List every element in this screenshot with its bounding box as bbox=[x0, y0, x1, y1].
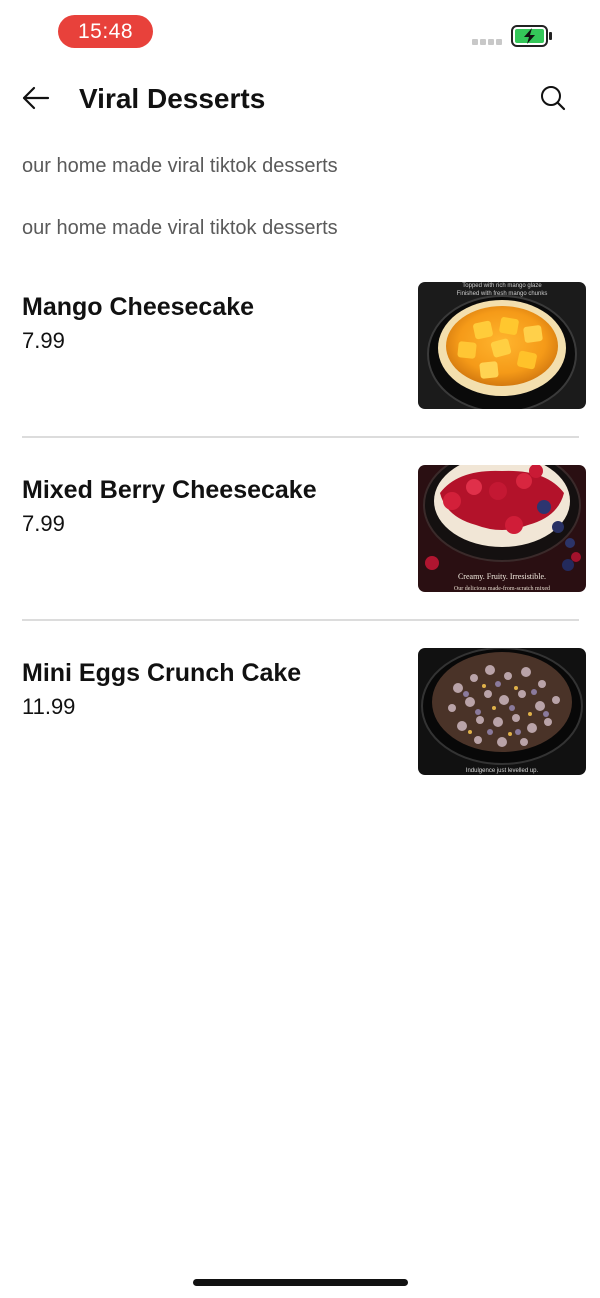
image-caption: Creamy. Fruity. Irresistible. bbox=[458, 572, 546, 581]
image-caption: Topped with rich mango glaze bbox=[462, 283, 542, 289]
app-header: Viral Desserts bbox=[0, 64, 600, 132]
divider bbox=[22, 436, 579, 438]
back-button[interactable] bbox=[18, 80, 54, 116]
category-description: our home made viral tiktok desserts bbox=[22, 217, 338, 239]
menu-item-mini-eggs-crunch-cake[interactable]: Mini Eggs Crunch Cake 11.99 Indulgence j… bbox=[0, 648, 600, 832]
divider bbox=[22, 619, 579, 621]
image-caption: Finished with fresh mango chunks bbox=[457, 291, 548, 297]
item-name: Mini Eggs Crunch Cake bbox=[22, 659, 302, 687]
image-caption: Our delicious made-from-scratch mixed bbox=[454, 585, 550, 592]
item-name: Mango Cheesecake bbox=[22, 293, 255, 321]
arrow-left-icon bbox=[22, 86, 50, 110]
item-image: Topped with rich mango glaze Finished wi… bbox=[418, 282, 586, 409]
category-description: our home made viral tiktok desserts bbox=[22, 155, 338, 177]
search-icon bbox=[541, 86, 566, 111]
item-name: Mixed Berry Cheesecake bbox=[22, 476, 317, 504]
page-title: Viral Desserts bbox=[79, 83, 266, 114]
status-bar: 15:48 bbox=[0, 0, 600, 64]
status-time: 15:48 bbox=[58, 15, 153, 48]
menu-item-mixed-berry-cheesecake[interactable]: Mixed Berry Cheesecake 7.99 Creamy. Frui… bbox=[0, 465, 600, 649]
item-image: Creamy. Fruity. Irresistible. Our delici… bbox=[418, 465, 586, 592]
item-image: Indulgence just levelled up. bbox=[418, 648, 586, 775]
item-price: 11.99 bbox=[22, 694, 76, 719]
image-caption: Indulgence just levelled up. bbox=[466, 768, 539, 774]
signal-icon bbox=[472, 39, 504, 45]
battery-charging-icon bbox=[511, 25, 553, 47]
search-button[interactable] bbox=[536, 81, 570, 115]
home-indicator[interactable] bbox=[193, 1279, 408, 1286]
screen: 15:48 Viral Desserts our home made viral… bbox=[0, 0, 600, 1298]
item-price: 7.99 bbox=[22, 511, 65, 536]
item-price: 7.99 bbox=[22, 328, 65, 353]
menu-item-mango-cheesecake[interactable]: Mango Cheesecake 7.99 Topped with rich m… bbox=[0, 282, 600, 466]
